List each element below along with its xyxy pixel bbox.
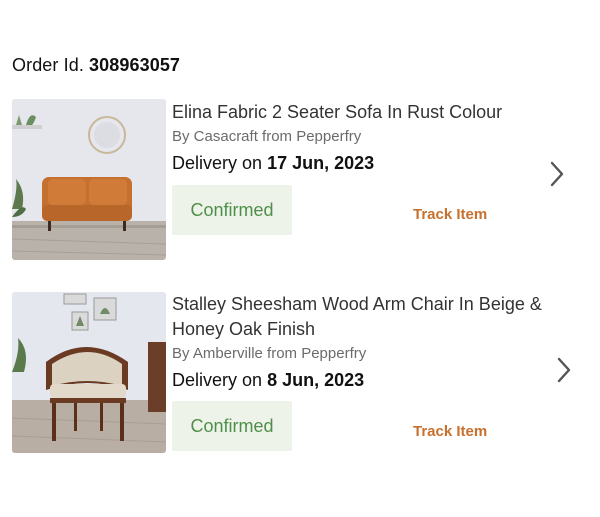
order-id-label: Order Id. [12, 55, 84, 75]
item-title[interactable]: Elina Fabric 2 Seater Sofa In Rust Colou… [172, 100, 572, 125]
status-badge: Confirmed [172, 401, 292, 451]
order-id: Order Id. 308963057 [12, 55, 180, 76]
track-item-link[interactable]: Track Item [413, 423, 487, 440]
chevron-right-icon[interactable] [548, 160, 566, 188]
product-image-armchair[interactable] [12, 292, 166, 453]
sofa-image [12, 99, 166, 260]
item-brand: By Amberville from Pepperfry [172, 345, 367, 362]
item-brand: By Casacraft from Pepperfry [172, 128, 362, 145]
delivery-date: 8 Jun, 2023 [267, 370, 365, 390]
delivery-prefix: Delivery on [172, 370, 263, 390]
order-id-number: 308963057 [89, 55, 181, 75]
delivery-date: 17 Jun, 2023 [267, 153, 375, 173]
chevron-right-icon[interactable] [555, 356, 573, 384]
track-item-link[interactable]: Track Item [413, 206, 487, 223]
delivery-info: Delivery on 17 Jun, 2023 [172, 153, 374, 174]
delivery-info: Delivery on 8 Jun, 2023 [172, 370, 364, 391]
product-image-sofa[interactable] [12, 99, 166, 260]
item-title[interactable]: Stalley Sheesham Wood Arm Chair In Beige… [172, 292, 572, 342]
delivery-prefix: Delivery on [172, 153, 263, 173]
status-badge: Confirmed [172, 185, 292, 235]
armchair-image [12, 292, 166, 453]
